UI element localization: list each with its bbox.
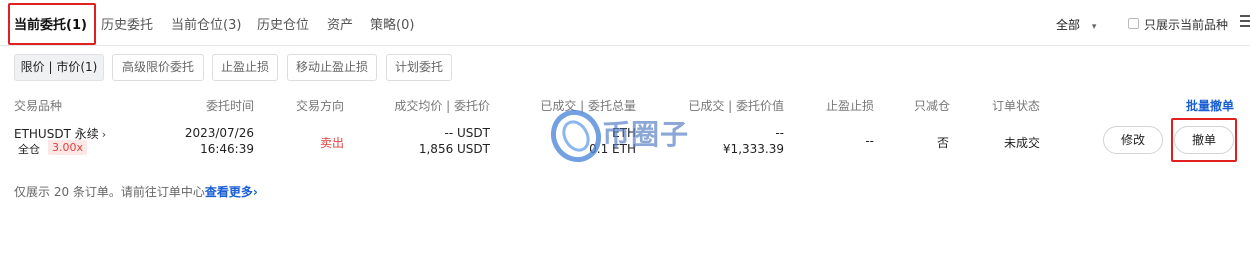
subtab-trigger-order[interactable]: 计划委托	[386, 54, 452, 81]
footer-note: 仅展示 20 条订单。请前往订单中心查看更多›	[14, 183, 258, 200]
order-symbol-label: ETHUSDT 永续	[14, 127, 99, 141]
footer-note-text: 仅展示 20 条订单。请前往订单中心	[14, 185, 205, 199]
header-avg-order-price: 成交均价 | 委托价	[394, 99, 490, 113]
order-time: 16:46:39	[200, 142, 254, 156]
only-current-checkbox[interactable]	[1128, 18, 1139, 29]
subtab-trailing-stop[interactable]: 移动止盈止损	[287, 54, 377, 81]
reduce-only-value: 否	[937, 136, 950, 150]
scope-dropdown[interactable]: 全部 ▾	[1056, 16, 1096, 33]
cancel-order-button[interactable]: 撤单	[1174, 126, 1234, 154]
order-tabs-bar: 当前委托(1) 历史委托 当前仓位(3) 历史仓位 资产 策略(0) 全部 ▾ …	[0, 0, 1250, 46]
order-direction: 卖出	[320, 136, 345, 150]
menu-icon[interactable]	[1240, 15, 1250, 29]
header-order-status: 订单状态	[992, 99, 1041, 113]
subtab-advanced-limit[interactable]: 高级限价委托	[112, 54, 204, 81]
header-reduce-only: 只减仓	[914, 99, 951, 113]
tab-order-history[interactable]: 历史委托	[101, 14, 153, 33]
header-symbol: 交易品种	[14, 99, 63, 113]
tab-assets[interactable]: 资产	[327, 14, 353, 33]
header-tp-sl: 止盈止损	[825, 99, 874, 113]
chevron-down-icon: ▾	[1091, 22, 1097, 32]
order-price: 1,856 USDT	[418, 142, 490, 156]
tab-current-positions[interactable]: 当前仓位(3)	[171, 14, 241, 33]
modify-button[interactable]: 修改	[1103, 126, 1163, 154]
avg-price: -- USDT	[444, 126, 490, 140]
only-current-label[interactable]: 只展示当前品种	[1144, 16, 1228, 33]
leverage-badge: 3.00x	[48, 140, 88, 155]
view-more-link[interactable]: 查看更多›	[205, 185, 258, 199]
tab-strategies[interactable]: 策略(0)	[370, 14, 414, 33]
tp-sl-value: --	[865, 134, 874, 148]
header-order-time: 委托时间	[205, 99, 254, 113]
tab-current-orders[interactable]: 当前委托(1)	[14, 14, 87, 33]
order-status-value: 未成交	[1004, 136, 1041, 150]
subtab-tp-sl[interactable]: 止盈止损	[212, 54, 278, 81]
batch-cancel-link[interactable]: 批量撤单	[1186, 97, 1234, 114]
scope-dropdown-label: 全部	[1056, 18, 1081, 32]
chevron-right-icon: ›	[252, 185, 258, 199]
tab-position-history[interactable]: 历史仓位	[257, 14, 309, 33]
view-more-label: 查看更多	[204, 185, 253, 199]
chevron-right-icon: ›	[101, 128, 107, 141]
order-date: 2023/07/26	[184, 126, 254, 140]
header-direction: 交易方向	[296, 99, 345, 113]
watermark-text: 币圈子	[602, 118, 690, 151]
subtab-limit-market[interactable]: 限价 | 市价(1)	[14, 54, 104, 81]
margin-mode: 全仓	[18, 143, 40, 156]
